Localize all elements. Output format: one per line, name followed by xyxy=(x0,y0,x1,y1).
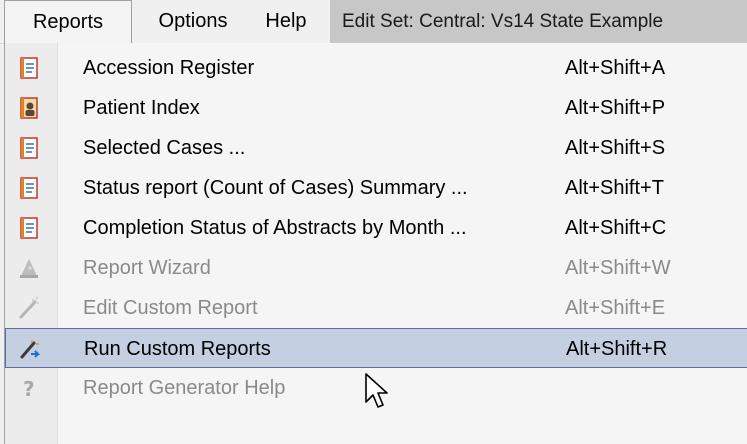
menu-item-shortcut: Alt+Shift+C xyxy=(565,217,667,239)
menu-item-shortcut: Alt+Shift+E xyxy=(565,297,666,319)
menu-bar: Reports Options Help Edit Set: Central: … xyxy=(0,0,747,44)
menu-item-label: Selected Cases ... xyxy=(83,137,246,159)
menu-item-label: Patient Index xyxy=(83,97,200,119)
menu-item-label: Run Custom Reports xyxy=(84,338,271,360)
menu-options[interactable]: Options xyxy=(143,0,243,43)
menu-help[interactable]: Help xyxy=(243,0,329,43)
menu-item-run-custom-reports[interactable]: Run Custom Reports Alt+Shift+R xyxy=(5,328,747,368)
menu-item-label: Completion Status of Abstracts by Month … xyxy=(83,217,467,239)
menu-item-label: Report Wizard xyxy=(83,257,211,279)
help-question-icon: ? xyxy=(17,376,41,401)
menu-item-shortcut: Alt+Shift+W xyxy=(565,257,671,279)
report-doc-icon xyxy=(17,56,41,80)
menu-reports[interactable]: Reports xyxy=(4,0,132,43)
menu-item-selected-cases[interactable]: Selected Cases ... Alt+Shift+S xyxy=(5,128,747,168)
menu-item-shortcut: Alt+Shift+R xyxy=(566,338,668,360)
menu-item-completion-status[interactable]: Completion Status of Abstracts by Month … xyxy=(5,208,747,248)
menu-item-label: Accession Register xyxy=(83,57,255,79)
mouse-cursor-icon xyxy=(364,372,394,412)
report-doc-icon xyxy=(17,216,41,240)
edit-set-title: Edit Set: Central: Vs14 State Example xyxy=(330,0,747,43)
menu-item-shortcut: Alt+Shift+P xyxy=(565,97,666,119)
wizard-hat-icon xyxy=(17,256,41,280)
wand-run-icon xyxy=(18,337,42,361)
menu-item-shortcut: Alt+Shift+S xyxy=(565,137,666,159)
menu-item-shortcut: Alt+Shift+A xyxy=(565,57,666,79)
menu-item-shortcut: Alt+Shift+T xyxy=(565,177,664,199)
patient-card-icon xyxy=(17,96,41,120)
report-doc-icon xyxy=(17,136,41,160)
report-doc-icon xyxy=(17,176,41,200)
menu-item-status-report[interactable]: Status report (Count of Cases) Summary .… xyxy=(5,168,747,208)
menu-item-edit-custom-report: Edit Custom Report Alt+Shift+E xyxy=(5,288,747,328)
menu-item-patient-index[interactable]: Patient Index Alt+Shift+P xyxy=(5,88,747,128)
menu-item-label: Status report (Count of Cases) Summary .… xyxy=(83,177,468,199)
menu-item-accession-register[interactable]: Accession Register Alt+Shift+A xyxy=(5,48,747,88)
magic-wand-icon xyxy=(17,296,41,320)
menu-item-label: Edit Custom Report xyxy=(83,297,258,319)
svg-text:?: ? xyxy=(23,377,35,400)
menu-item-report-wizard: Report Wizard Alt+Shift+W xyxy=(5,248,747,288)
menu-item-label: Report Generator Help xyxy=(83,377,286,399)
